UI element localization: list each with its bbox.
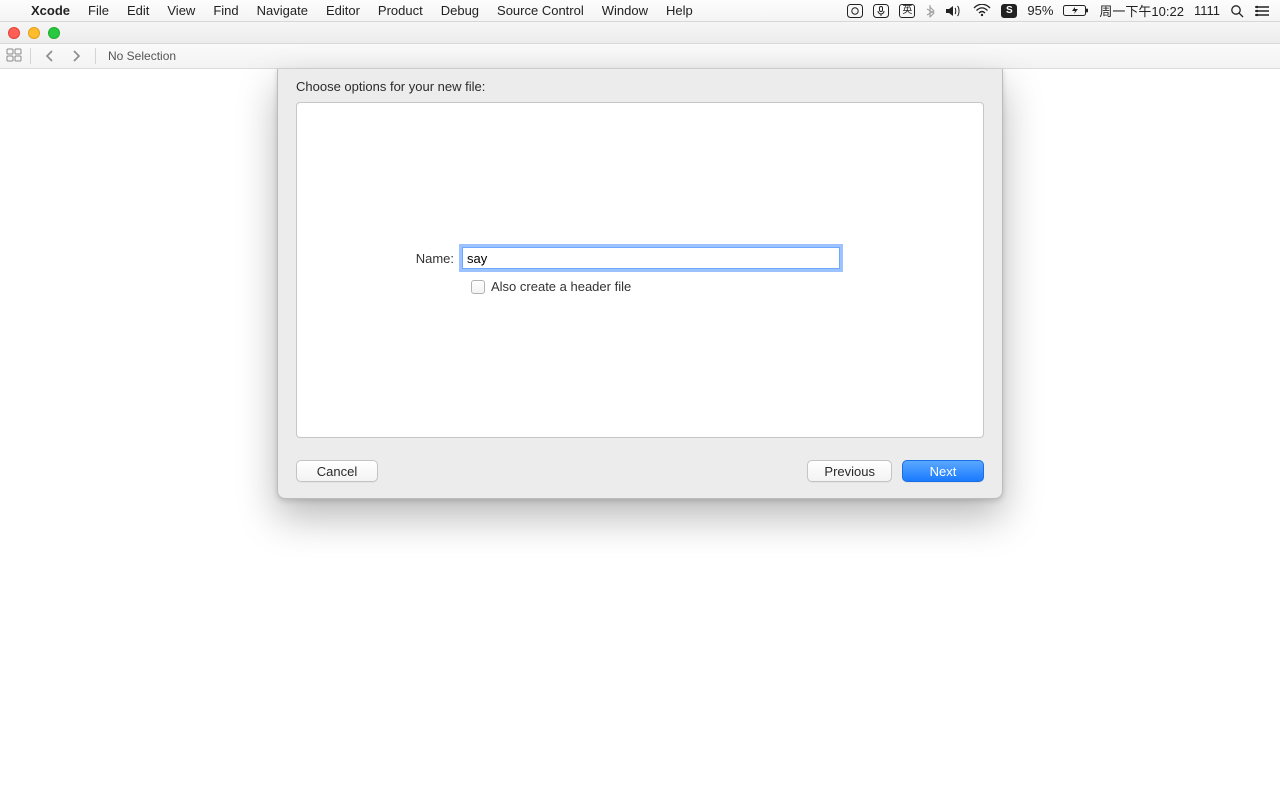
bluetooth-icon[interactable]: [925, 4, 935, 18]
window-titlebar: [0, 22, 1280, 44]
menu-edit[interactable]: Edit: [118, 0, 158, 22]
cancel-button[interactable]: Cancel: [296, 460, 378, 482]
name-input[interactable]: [462, 247, 840, 269]
name-label: Name:: [297, 251, 462, 266]
menubar-left: Xcode File Edit View Find Navigate Edito…: [10, 0, 702, 22]
menubar-clock[interactable]: 周一下午10:22: [1099, 1, 1184, 20]
spotlight-icon[interactable]: [1230, 4, 1244, 18]
menu-find[interactable]: Find: [204, 0, 247, 22]
app-menu[interactable]: Xcode: [22, 0, 79, 22]
macos-menubar: Xcode File Edit View Find Navigate Edito…: [0, 0, 1280, 22]
menubar-right: 英 S 95% 周一下午10:22 1111: [847, 1, 1270, 20]
volume-icon[interactable]: [945, 4, 963, 18]
menu-help[interactable]: Help: [657, 0, 702, 22]
nav-back-button[interactable]: [39, 50, 61, 62]
menu-product[interactable]: Product: [369, 0, 432, 22]
window-zoom-button[interactable]: [48, 27, 60, 39]
battery-percent: 95%: [1027, 3, 1053, 18]
window-controls: [8, 27, 60, 39]
also-header-checkbox[interactable]: [471, 280, 485, 294]
menu-file[interactable]: File: [79, 0, 118, 22]
sheet-title: Choose options for your new file:: [278, 69, 1002, 102]
battery-charging-icon[interactable]: [1063, 4, 1089, 17]
input-method-icon[interactable]: 英: [899, 4, 915, 18]
menu-navigate[interactable]: Navigate: [248, 0, 317, 22]
menu-window[interactable]: Window: [593, 0, 657, 22]
jump-bar: No Selection: [0, 44, 1280, 69]
also-header-row: Also create a header file: [471, 279, 631, 294]
menu-source-control[interactable]: Source Control: [488, 0, 593, 22]
next-button-label: Next: [930, 464, 957, 479]
nav-forward-button[interactable]: [65, 50, 87, 62]
notification-center-icon[interactable]: [1254, 5, 1270, 17]
menubar-extra-text[interactable]: 1111: [1194, 3, 1220, 18]
input-method-2-icon[interactable]: S: [1001, 4, 1017, 18]
menu-view[interactable]: View: [158, 0, 204, 22]
previous-button[interactable]: Previous: [807, 460, 892, 482]
wifi-icon[interactable]: [973, 4, 991, 17]
menu-editor[interactable]: Editor: [317, 0, 369, 22]
sheet-body: Name: Also create a header file: [296, 102, 984, 438]
cancel-button-label: Cancel: [317, 464, 357, 479]
window-minimize-button[interactable]: [28, 27, 40, 39]
jump-bar-path[interactable]: No Selection: [104, 49, 176, 63]
also-header-label: Also create a header file: [491, 279, 631, 294]
screen-capture-icon[interactable]: [847, 4, 863, 18]
new-file-sheet: Choose options for your new file: Name: …: [277, 69, 1003, 499]
window-close-button[interactable]: [8, 27, 20, 39]
name-row: Name:: [297, 247, 983, 269]
mic-icon[interactable]: [873, 4, 889, 18]
xcode-window: No Selection Choose options for your new…: [0, 22, 1280, 69]
menu-debug[interactable]: Debug: [432, 0, 488, 22]
sheet-footer: Cancel Previous Next: [278, 452, 1002, 498]
related-items-icon[interactable]: [6, 48, 22, 65]
next-button[interactable]: Next: [902, 460, 984, 482]
previous-button-label: Previous: [824, 464, 875, 479]
